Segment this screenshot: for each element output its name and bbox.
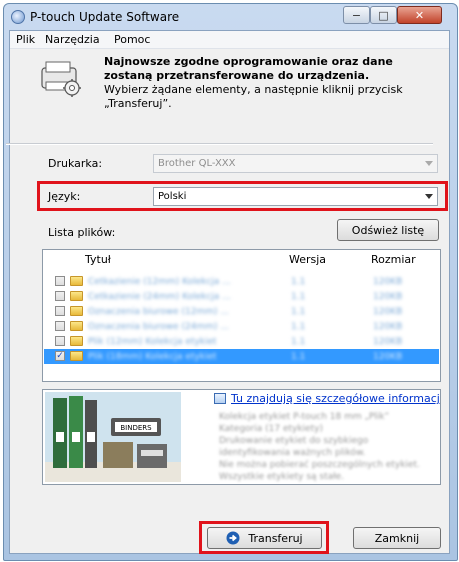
row-checkbox[interactable] — [55, 336, 65, 346]
instructions-line-3: Wybierz żądane elementy, a następnie kli… — [104, 83, 403, 96]
row-version: 1.1 — [291, 337, 306, 347]
menu-pomoc[interactable]: Pomoc — [114, 33, 150, 46]
transfer-label: Transferuj — [248, 531, 303, 545]
instructions-line-1: Najnowsze zgodne oprogramowanie oraz dan… — [104, 55, 393, 68]
close-window-button[interactable]: ✕ — [397, 6, 442, 24]
table-row[interactable]: Cetkazienie (12mm) Kolekcja ... 1.1 120KB — [44, 274, 439, 289]
header-separator — [6, 143, 433, 145]
row-title: Oznaczenia biurowe (12mm) ... — [88, 307, 229, 317]
details-text-line: Kolekcja etykiet P-touch 18 mm „Plik” — [219, 412, 390, 422]
table-row[interactable]: ✓ Plik (18mm) Kolekcja etykiet 1.1 120KB — [44, 349, 439, 364]
menu-plik[interactable]: Plik — [16, 33, 35, 46]
row-version: 1.1 — [291, 322, 306, 332]
column-header-version[interactable]: Wersja — [289, 253, 326, 266]
folder-icon — [70, 321, 83, 331]
instructions-line-2: zostaną przetransferowane do urządzenia. — [104, 69, 370, 82]
row-title: Plik (12mm) Kolekcja etykiet — [88, 337, 217, 347]
details-text-line: Kategoria (17 etykiety) — [219, 424, 323, 434]
close-icon: ✕ — [414, 8, 425, 22]
info-icon — [214, 393, 226, 404]
folder-icon — [70, 306, 83, 316]
column-header-title[interactable]: Tytuł — [85, 253, 111, 266]
photo-label: BINDERS — [120, 424, 152, 432]
row-checkbox[interactable]: ✓ — [55, 351, 65, 361]
row-size: 120KB — [373, 307, 403, 317]
folder-icon — [70, 351, 83, 361]
minimize-icon: − — [351, 8, 362, 22]
row-title: Cetkazienie (24mm) Kolekcja ... — [88, 292, 231, 302]
printer-label: Drukarka: — [48, 157, 103, 170]
chevron-down-icon — [425, 161, 433, 166]
row-size: 120KB — [373, 277, 403, 287]
row-version: 1.1 — [291, 292, 306, 302]
window-title: P-touch Update Software — [30, 10, 180, 24]
arrow-right-icon — [226, 531, 240, 545]
details-text-line: Drukowanie etykiet do szybkiego — [219, 436, 369, 446]
instructions: Najnowsze zgodne oprogramowanie oraz dan… — [104, 55, 424, 111]
row-version: 1.1 — [291, 307, 306, 317]
file-list-label: Lista plików: — [48, 226, 116, 239]
title-bar[interactable]: P-touch Update Software − □ ✕ — [4, 4, 457, 30]
instructions-line-4: „Transferuj”. — [104, 97, 172, 110]
maximize-icon: □ — [378, 8, 389, 22]
table-row[interactable]: Cetkazienie (24mm) Kolekcja ... 1.1 120KB — [44, 289, 439, 304]
details-link[interactable]: Tu znajdują się szczegółowe informacje. — [231, 392, 440, 405]
chevron-down-icon — [425, 194, 433, 199]
column-header-size[interactable]: Rozmiar — [371, 253, 416, 266]
row-checkbox[interactable] — [55, 291, 65, 301]
printer-value: Brother QL-XXX — [158, 158, 236, 169]
details-text-line: Wszystkie etykiety są stałe. — [219, 472, 345, 482]
folder-icon — [70, 291, 83, 301]
menu-narzedzia[interactable]: Narzędzia — [45, 33, 100, 46]
printer-update-icon — [41, 61, 81, 97]
refresh-list-button[interactable]: Odśwież listę — [337, 219, 439, 241]
row-size: 120KB — [373, 352, 403, 362]
row-size: 120KB — [373, 322, 403, 332]
table-row[interactable]: Oznaczenia biurowe (24mm) ... 1.1 120KB — [44, 319, 439, 334]
folder-icon — [70, 276, 83, 286]
details-text-line: identyfikowania ważnych plików. — [219, 448, 366, 458]
row-title: Oznaczenia biurowe (24mm) ... — [88, 322, 229, 332]
file-list: Tytuł Wersja Rozmiar Cetkazienie (12mm) … — [42, 249, 441, 382]
row-checkbox[interactable] — [55, 321, 65, 331]
table-row[interactable]: Oznaczenia biurowe (12mm) ... 1.1 120KB — [44, 304, 439, 319]
row-checkbox[interactable] — [55, 276, 65, 286]
row-size: 120KB — [373, 292, 403, 302]
row-checkbox[interactable] — [55, 306, 65, 316]
close-button[interactable]: Zamknij — [353, 527, 441, 549]
table-row[interactable]: Plik (12mm) Kolekcja etykiet 1.1 120KB — [44, 334, 439, 349]
maximize-button[interactable]: □ — [370, 6, 397, 24]
row-title: Cetkazienie (12mm) Kolekcja ... — [88, 277, 231, 287]
row-version: 1.1 — [291, 352, 306, 362]
printer-select: Brother QL-XXX — [153, 154, 438, 173]
menu-bar: Plik Narzędzia Pomoc — [10, 31, 449, 49]
row-title: Plik (18mm) Kolekcja etykiet — [88, 352, 217, 362]
minimize-button[interactable]: − — [343, 6, 370, 24]
language-label: Język: — [48, 190, 81, 203]
app-icon — [11, 10, 25, 24]
language-select[interactable]: Polski — [153, 187, 438, 206]
folder-icon — [70, 336, 83, 346]
details-panel: BINDERS Tu znajdują się szczegółowe info… — [42, 389, 441, 485]
row-version: 1.1 — [291, 277, 306, 287]
product-photo: BINDERS — [45, 392, 181, 482]
language-value: Polski — [158, 191, 187, 202]
transfer-button[interactable]: Transferuj — [207, 527, 322, 549]
details-text-line: Nie można pobierać poszczególnych etykie… — [219, 460, 420, 470]
row-size: 120KB — [373, 337, 403, 347]
